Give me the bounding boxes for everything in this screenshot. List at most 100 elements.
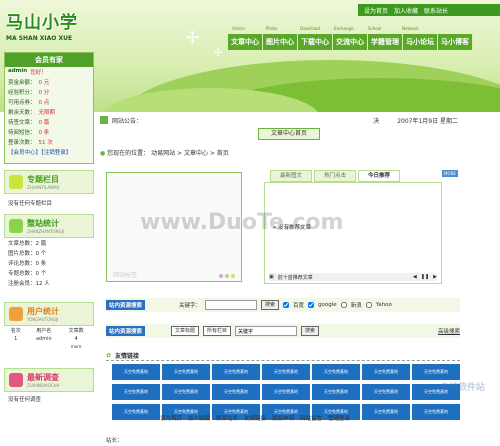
more-link[interactable]: more	[60, 343, 92, 350]
footer-links: 设为首页 加入收藏 联系站长 友情链接 版权申明 网站留言 管理登录	[160, 414, 460, 424]
more-tag[interactable]: MORE	[442, 170, 458, 177]
slideshow-dots[interactable]	[219, 274, 235, 278]
top-links: 设为首页 加入收藏 联系站长	[358, 4, 500, 16]
friend-link[interactable]: 天空免费基地	[362, 384, 410, 400]
friend-link[interactable]: 天空免费基地	[162, 384, 210, 400]
stat-images: 图片总数：0 个	[8, 251, 47, 257]
dot-icon[interactable]	[225, 274, 229, 278]
slideshow-caption: 网站标签	[113, 272, 138, 279]
notice-text: 决	[373, 117, 380, 125]
dot-icon[interactable]	[219, 274, 223, 278]
footer-link-contact[interactable]: 联系站长	[216, 414, 238, 424]
tab-latest[interactable]: 最新图文	[270, 170, 312, 182]
footer-link-guestbook[interactable]: 网站留言	[300, 414, 322, 424]
keyword-input[interactable]	[205, 300, 258, 310]
nav-subtitle: Exchange	[334, 26, 354, 31]
nav-subtitle: School	[368, 26, 382, 31]
google-label: google	[318, 302, 337, 308]
footer-link-copyright[interactable]: 版权申明	[272, 414, 294, 424]
field-select[interactable]: 文章标题	[171, 326, 200, 336]
points-label: 经验积分：	[8, 90, 36, 96]
dot-icon[interactable]	[231, 274, 235, 278]
table-header: 名次	[10, 328, 21, 334]
nav-item-article[interactable]: 文章中心	[228, 34, 263, 50]
category-select[interactable]: 所有栏目	[203, 326, 232, 336]
next-icon[interactable]: ▶	[433, 274, 437, 280]
friend-link[interactable]: 天空免费基地	[312, 364, 360, 380]
member-links[interactable]: 【会员中心】【注销登录】	[8, 148, 71, 156]
table-cell: 1	[14, 336, 18, 342]
footer-link-links[interactable]: 友情链接	[244, 414, 266, 424]
friend-link[interactable]: 天空免费基地	[312, 384, 360, 400]
tab-recommended[interactable]: 今日推荐	[358, 170, 400, 182]
friend-link[interactable]: 天空免费基地	[212, 384, 260, 400]
messages-value: 0 条	[38, 130, 50, 136]
stats-header: 整站统计 ZHANZHANTONGJI	[4, 214, 94, 238]
friend-link[interactable]: 天空免费基地	[262, 364, 310, 380]
topics-empty-text: 没有任何专题栏目	[8, 201, 53, 207]
nav-subtitle: Photo	[266, 26, 278, 31]
balance-label: 资金余额：	[8, 80, 36, 86]
nav-item-exchange[interactable]: 交流中心	[333, 34, 368, 50]
users-section: 用户统计 YONGHUTONGJI 名次 用户名 文章数 1 admin 4 m…	[4, 302, 94, 350]
baidu-checkbox[interactable]	[283, 302, 290, 308]
friend-link[interactable]: 天空免费基地	[112, 384, 160, 400]
tab-panel-footer-text: 前十首推荐文章	[277, 274, 313, 281]
article-home-button[interactable]: 文章中心首页	[258, 128, 320, 140]
prev-icon[interactable]: ◀	[413, 274, 417, 280]
set-homepage-link[interactable]: 设为首页	[364, 6, 388, 15]
topics-header: 专题栏目 ZHUANTILANMU	[4, 170, 94, 194]
friend-links-label: 友情链接	[115, 352, 140, 360]
nav-item-blog[interactable]: 马小博客	[438, 34, 473, 50]
watermark: www.DuoTe.com	[140, 210, 344, 235]
site-logo[interactable]: 马山小学 MA SHAN XIAO XUE	[6, 8, 96, 48]
nav-item-download[interactable]: 下载中心	[298, 34, 333, 50]
nav-subtitle: Network	[402, 26, 419, 31]
nav-item-photo[interactable]: 图片中心	[263, 34, 298, 50]
table-cell[interactable]: admin	[27, 335, 60, 343]
footer-link-favorite[interactable]: 加入收藏	[188, 414, 210, 424]
nav-item-forum[interactable]: 马小论坛	[403, 34, 438, 50]
topics-section: 专题栏目 ZHUANTILANMU 没有任何专题栏目	[4, 170, 94, 208]
friend-link[interactable]: 天空免费基地	[112, 404, 160, 420]
messages-label: 待阅短信：	[8, 130, 36, 136]
pause-icon[interactable]: ❚❚	[421, 274, 429, 280]
users-header: 用户统计 YONGHUTONGJI	[4, 302, 94, 326]
add-favorite-link[interactable]: 加入收藏	[394, 6, 418, 15]
site-search-button[interactable]: 搜索	[301, 326, 320, 336]
nav-item-school[interactable]: 学籍管理	[368, 34, 403, 50]
tab-bar: 最新图文 热门点击 今日推荐	[270, 170, 400, 182]
search-label: 站内资源搜索	[106, 300, 146, 310]
friend-link[interactable]: 天空免费基地	[112, 364, 160, 380]
friend-link[interactable]: 天空免费基地	[212, 364, 260, 380]
search-button[interactable]: 搜索	[261, 300, 280, 310]
friend-link[interactable]: 天空免费基地	[262, 384, 310, 400]
friend-link[interactable]: 天空免费基地	[412, 364, 460, 380]
yahoo-checkbox[interactable]	[365, 302, 372, 308]
advanced-search-link[interactable]: 高级搜索	[438, 327, 460, 335]
username: admin	[8, 68, 28, 74]
topics-subtitle: ZHUANTILANMU	[27, 185, 60, 190]
site-keyword-input[interactable]	[235, 326, 298, 336]
google-checkbox[interactable]	[308, 302, 315, 308]
tab-hot[interactable]: 热门点击	[314, 170, 356, 182]
footer-admin: 站长：	[106, 438, 123, 444]
friend-link[interactable]: 天空免费基地	[162, 364, 210, 380]
sina-checkbox[interactable]	[340, 302, 347, 308]
breadcrumb-prefix: 您现在的位置：	[107, 150, 150, 157]
table-header: 用户名	[36, 328, 52, 334]
balance-value: 0 元	[38, 80, 50, 86]
tab-panel-footer: ▣ 前十首推荐文章 ◀ ❚❚ ▶	[269, 273, 437, 281]
friend-link[interactable]: 天空免费基地	[362, 364, 410, 380]
footer-link-admin[interactable]: 管理登录	[328, 414, 350, 424]
date-text: 2007年1月9日 星期二	[397, 117, 458, 125]
survey-title: 最新调查	[27, 373, 59, 382]
table-header: 文章数	[68, 328, 84, 334]
articles-label: 待签文章：	[8, 120, 36, 126]
logo-subtext: MA SHAN XIAO XUE	[6, 35, 73, 42]
friend-links-grid: 天空免费基地 天空免费基地 天空免费基地 天空免费基地 天空免费基地 天空免费基…	[112, 364, 472, 420]
footer-link-home[interactable]: 设为首页	[160, 414, 182, 424]
breadcrumb-icon: ●	[100, 150, 106, 157]
contact-admin-link[interactable]: 联系站长	[424, 6, 448, 15]
breadcrumb-path[interactable]: 动易网站 > 文章中心 > 首页	[151, 150, 229, 157]
